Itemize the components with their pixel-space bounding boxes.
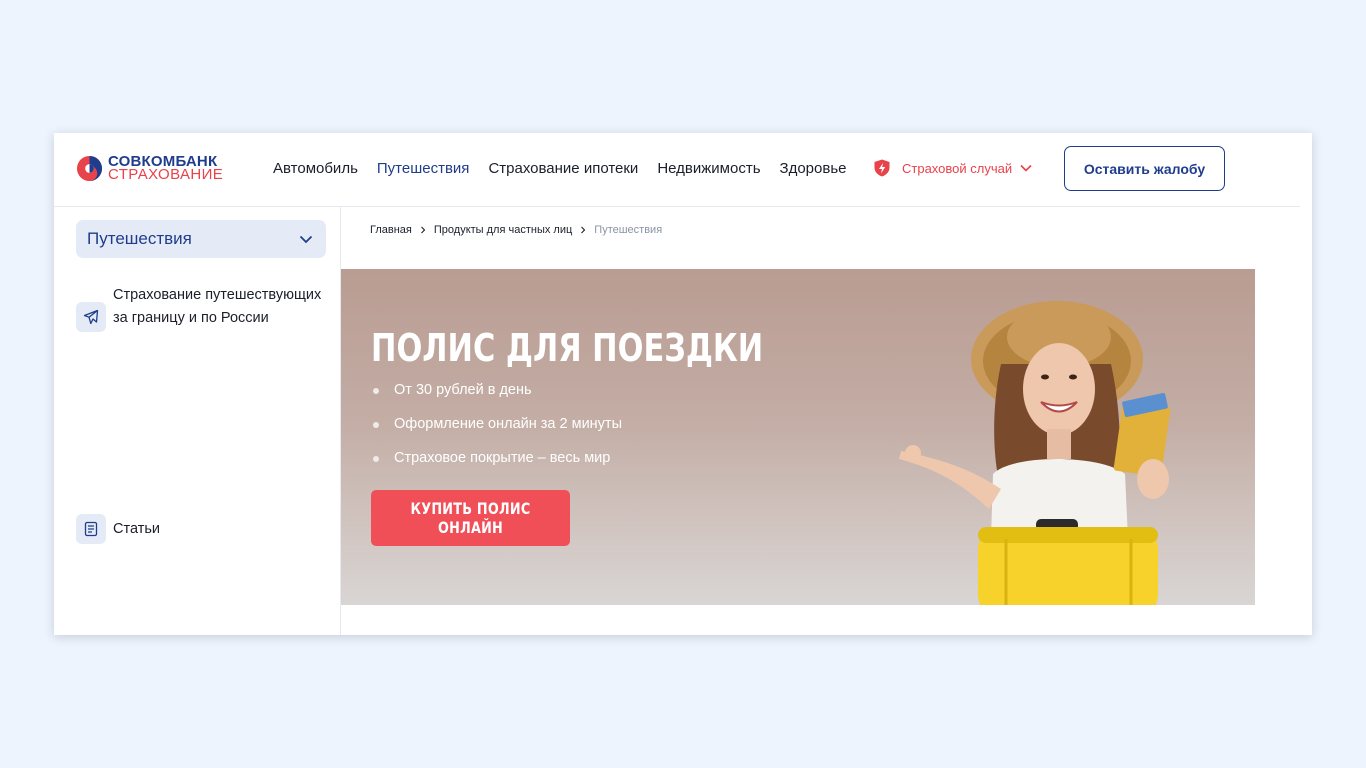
logo[interactable]: СОВКОМБАНК СТРАХОВАНИЕ (76, 153, 223, 183)
nav-item-auto[interactable]: Автомобиль (273, 160, 358, 177)
insurance-case-label: Страховой случай (902, 160, 1013, 176)
sidebar-item-label: Страхование путешествующих за границу и … (113, 287, 322, 326)
hero-title: ПОЛИС ДЛЯ ПОЕЗДКИ (371, 326, 764, 370)
hero-woman-with-suitcase-image (899, 301, 1171, 605)
sidebar-item-label: Статьи (113, 520, 160, 537)
hero-benefits-list: От 30 рублей в день Оформление онлайн за… (371, 382, 622, 484)
sidebar: Путешествия Страхование путешествующих з… (54, 207, 341, 635)
document-icon (84, 521, 98, 537)
logo-text-insurance: СТРАХОВАНИЕ (108, 166, 224, 183)
chevron-down-icon (1020, 164, 1032, 172)
hero-benefit-item: Оформление онлайн за 2 минуты (371, 416, 622, 450)
chevron-down-icon (299, 235, 313, 244)
sidebar-category-select[interactable]: Путешествия (76, 220, 326, 258)
breadcrumb-current: Путешествия (594, 224, 663, 236)
airplane-icon-box (76, 302, 106, 332)
insurance-case-dropdown[interactable]: Страховой случай (872, 157, 1033, 179)
chevron-right-icon (581, 226, 586, 234)
hero-banner: ПОЛИС ДЛЯ ПОЕЗДКИ От 30 рублей в день Оф… (341, 269, 1255, 605)
nav-item-health[interactable]: Здоровье (780, 160, 847, 177)
nav-item-property[interactable]: Недвижимость (657, 160, 760, 177)
breadcrumb: Главная Продукты для частных лиц Путешес… (370, 224, 662, 236)
buy-policy-online-button[interactable]: КУПИТЬ ПОЛИС ОНЛАЙН (371, 490, 570, 546)
browser-page: СОВКОМБАНК СТРАХОВАНИЕ Автомобиль Путеше… (54, 133, 1312, 635)
site-header: СОВКОМБАНК СТРАХОВАНИЕ Автомобиль Путеше… (54, 133, 1312, 206)
sovcombank-logo-icon (76, 155, 103, 181)
chevron-right-icon (420, 226, 426, 234)
hero-benefit-item: Страховое покрытие – весь мир (371, 450, 622, 484)
sidebar-item-travel-insurance[interactable]: Страхование путешествующих за границу и … (76, 284, 333, 332)
breadcrumb-private-products[interactable]: Продукты для частных лиц (434, 224, 572, 236)
nav-item-mortgage[interactable]: Страхование ипотеки (488, 160, 638, 177)
breadcrumb-home[interactable]: Главная (370, 224, 412, 236)
airplane-icon (83, 309, 99, 325)
sidebar-select-label: Путешествия (87, 229, 192, 248)
hero-benefit-item: От 30 рублей в день (371, 382, 622, 416)
leave-complaint-button[interactable]: Оставить жалобу (1064, 146, 1225, 191)
document-icon-box (76, 514, 106, 544)
main-nav: Автомобиль Путешествия Страхование ипоте… (273, 157, 866, 179)
shield-lightning-icon (874, 159, 890, 177)
sidebar-item-articles[interactable]: Статьи (76, 514, 333, 544)
nav-item-travel[interactable]: Путешествия (377, 160, 470, 177)
